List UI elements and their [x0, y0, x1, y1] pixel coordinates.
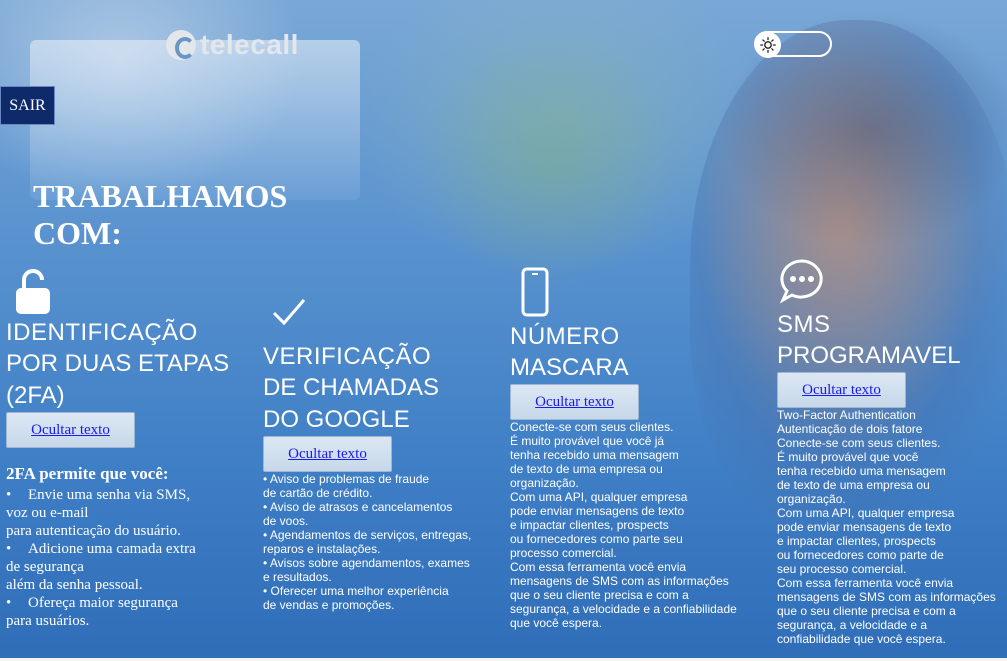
bullet-item: • Adicione uma camada extra — [6, 541, 196, 557]
service-sms-programavel: SMS PROGRAMAVEL Ocultar texto Two-Factor… — [777, 258, 1005, 646]
service-2fa: IDENTIFICAÇÃO POR DUAS ETAPAS (2FA) Ocul… — [6, 268, 246, 630]
service-body-heading: 2FA permite que você: — [6, 464, 169, 483]
service-body: Two-Factor Authentication Autenticação d… — [777, 408, 996, 646]
service-body: Conecte-se com seus clientes. É muito pr… — [510, 420, 737, 630]
ocultar-texto-button[interactable]: Ocultar texto — [263, 436, 392, 472]
service-title-line2: DE CHAMADAS — [263, 374, 440, 401]
chat-bubble-icon — [779, 258, 1005, 310]
page-headline: TRABALHAMOS COM: — [33, 178, 288, 251]
service-title-line2: MASCARA — [510, 354, 629, 381]
smartphone-icon — [520, 266, 755, 322]
logo-text: telecall — [200, 29, 299, 60]
service-title-line3: DO GOOGLE — [263, 406, 410, 433]
background-window — [30, 40, 360, 200]
telecall-logo[interactable]: telecall — [166, 29, 299, 61]
ocultar-texto-button[interactable]: Ocultar texto — [6, 412, 135, 448]
service-title-line1: NÚMERO — [510, 323, 620, 350]
service-title-line1: VERIFICAÇÃO — [263, 343, 432, 370]
bullet-item: • Ofereça maior segurança — [6, 595, 178, 611]
service-body: • Envie uma senha via SMS, voz ou e-mail … — [6, 486, 246, 630]
service-title-line3: (2FA) — [6, 382, 65, 409]
sair-button[interactable]: SAIR — [0, 86, 55, 125]
service-title-line1: IDENTIFICAÇÃO — [6, 319, 198, 346]
ocultar-texto-button[interactable]: Ocultar texto — [510, 384, 639, 420]
service-title-line1: SMS — [777, 311, 831, 338]
bullet-item: • Envie uma senha via SMS, — [6, 487, 191, 503]
theme-toggle[interactable] — [754, 31, 832, 58]
service-title-line2: POR DUAS ETAPAS — [6, 350, 230, 377]
service-title-line2: PROGRAMAVEL — [777, 342, 961, 369]
logo-mark-icon — [166, 30, 196, 60]
service-google-verification: VERIFICAÇÃO DE CHAMADAS DO GOOGLE Oculta… — [263, 296, 493, 612]
background-plant — [420, 30, 680, 290]
ocultar-texto-button[interactable]: Ocultar texto — [777, 372, 906, 408]
check-icon — [271, 296, 493, 342]
service-numero-mascara: NÚMERO MASCARA Ocultar texto Conecte-se … — [510, 266, 755, 630]
service-body: • Aviso de problemas de fraude de cartão… — [263, 472, 472, 612]
sun-icon — [755, 32, 781, 58]
unlock-icon — [14, 268, 246, 318]
